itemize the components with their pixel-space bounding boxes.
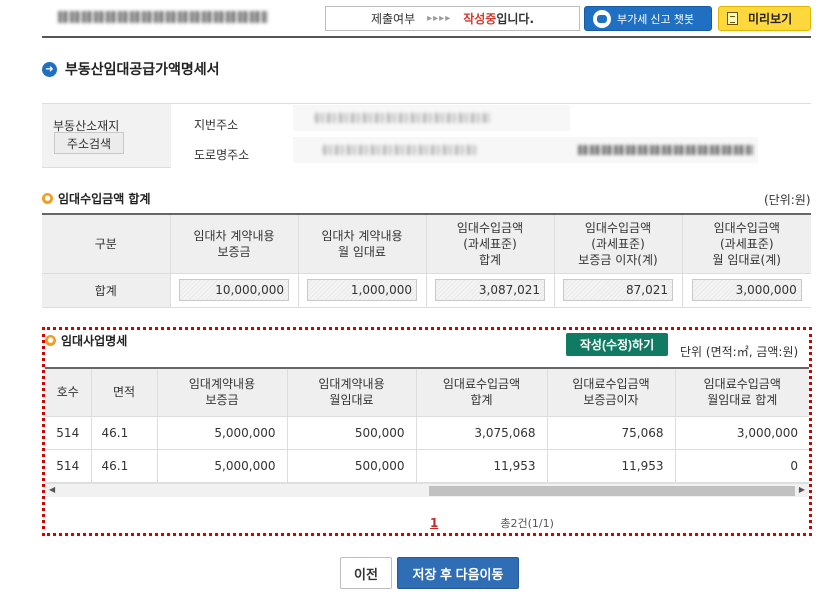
bullet-icon: ● [42,193,53,204]
scroll-right-icon[interactable]: ▶ [799,485,805,494]
detail-header-4: 임대료수입금액 합계 [415,368,547,417]
property-address-section: 부동산소재지 주소검색 지번주소 도로명주소 [42,103,811,168]
save-and-next-button[interactable]: 저장 후 다음이동 [397,557,519,589]
submission-status: 제출여부 ▸▸▸▸ 작성중 입니다. [325,6,580,31]
road-address-label: 도로명주소 [194,148,250,162]
preview-button[interactable]: 미리보기 [718,6,811,31]
pagination: 1 총2건(1/1) [430,515,554,531]
user-name-redacted [58,11,268,23]
cell-income-total: 11,953 [415,449,547,483]
document-icon [727,12,738,25]
summary-header-0: 구분 [42,214,170,274]
scroll-left-icon[interactable]: ◀ [49,485,55,494]
cell-income-total: 3,075,068 [415,416,547,450]
total-income-field: 3,087,021 [435,279,545,301]
cell-deposit-interest: 11,953 [546,449,675,483]
cell-monthly-rent: 500,000 [286,416,416,450]
cell-deposit-interest: 75,068 [546,416,675,450]
detail-header-5: 임대료수입금액 보증금이자 [546,368,675,417]
summary-row-label: 합계 [42,273,170,308]
summary-header-3: 임대수입금액 (과세표준) 합계 [425,214,554,274]
summary-header-2: 임대차 계약내용 월 임대료 [297,214,426,274]
summary-total-row: 합계 10,000,000 1,000,000 3,087,021 87,021… [42,273,811,308]
page-link-1[interactable]: 1 [430,516,438,530]
summary-header-row: 구분 임대차 계약내용 보증금 임대차 계약내용 월 임대료 임대수입금액 (과세표준) 합계… [42,214,811,274]
cell-unit-number: 514 [45,416,91,450]
cell-monthly-rent-total: 0 [674,449,809,483]
summary-header-1: 임대차 계약내용 보증금 [169,214,298,274]
status-arrows: ▸▸▸▸ [427,13,452,24]
summary-header-5: 임대수입금액 (과세표준) 월 임대료(계) [681,214,811,274]
cell-area: 46.1 [90,416,157,450]
page-total-count: 총2건(1/1) [500,517,554,530]
status-value: 작성중 [463,12,497,26]
page-title-row: ➜ 부동산임대공급가액명세서 [42,59,220,79]
cell-monthly-rent-total: 3,000,000 [674,416,809,450]
table-row: 514 46.1 5,000,000 500,000 3,075,068 75,068 3,… [45,416,809,450]
total-deposit-field: 10,000,000 [179,279,289,301]
rental-income-summary-table: 구분 임대차 계약내용 보증금 임대차 계약내용 월 임대료 임대수입금액 (과세표준) 합계… [42,213,811,308]
detail-section-title: ● 임대사업명세 [45,332,127,349]
detail-header-2: 임대계약내용 보증금 [156,368,287,417]
summary-unit: (단위:원) [764,193,811,207]
rental-business-detail-table: 호수 면적 임대계약내용 보증금 임대계약내용 월임대료 임대료수입금액 합계 임대료수입금액 보… [45,367,809,483]
total-monthly-rent-income-field: 3,000,000 [691,279,802,301]
edit-detail-button[interactable]: 작성(수정)하기 [566,333,668,356]
summary-section-title: ● 임대수입금액 합계 [42,190,151,207]
chatbot-icon [593,9,611,28]
table-row: 514 46.1 5,000,000 500,000 11,953 11,953 0 [45,449,809,483]
cell-unit-number: 514 [45,449,91,483]
header-divider [42,36,811,38]
address-search-button[interactable]: 주소검색 [54,132,124,154]
detail-header-row: 호수 면적 임대계약내용 보증금 임대계약내용 월임대료 임대료수입금액 합계 임대료수입금액 보… [45,368,809,417]
detail-header-6: 임대료수입금액 월임대료 합계 [674,368,809,417]
total-monthly-rent-field: 1,000,000 [307,279,417,301]
detail-header-3: 임대계약내용 월임대료 [286,368,416,417]
arrow-right-icon: ➜ [42,61,57,77]
jibun-address-label: 지번주소 [194,118,239,132]
cell-deposit: 5,000,000 [156,449,287,483]
road-address-field[interactable] [293,137,758,163]
page-title: 부동산임대공급가액명세서 [65,62,220,78]
preview-label: 미리보기 [748,12,793,26]
total-deposit-interest-field: 87,021 [563,279,673,301]
cell-deposit: 5,000,000 [156,416,287,450]
status-prefix: 제출여부 [370,12,416,26]
scrollbar-thumb[interactable] [429,486,795,496]
chatbot-label: 부가세 신고 챗봇 [617,13,694,26]
jibun-address-field[interactable] [293,105,570,131]
cell-monthly-rent: 500,000 [286,449,416,483]
horizontal-scrollbar[interactable]: ◀ ▶ [45,483,809,497]
previous-button[interactable]: 이전 [340,557,392,589]
cell-area: 46.1 [90,449,157,483]
detail-unit: 단위 (면적:㎡, 금액:원) [680,345,799,359]
status-suffix: 입니다. [496,12,535,26]
detail-header-1: 면적 [90,368,157,417]
summary-header-4: 임대수입금액 (과세표준) 보증금 이자(계) [553,214,682,274]
bullet-icon: ● [45,335,56,346]
vat-chatbot-button[interactable]: 부가세 신고 챗봇 [584,6,712,31]
detail-header-0: 호수 [45,368,91,417]
